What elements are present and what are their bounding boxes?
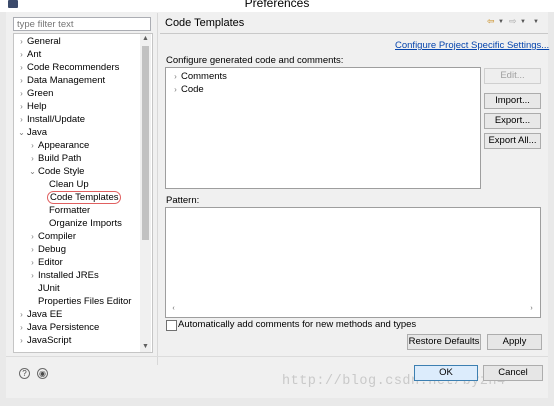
template-item-comments[interactable]: › Comments (171, 70, 228, 83)
title-separator (160, 33, 548, 34)
export-button[interactable]: Export... (484, 113, 541, 129)
ok-button[interactable]: OK (414, 365, 478, 381)
tree-item-compiler[interactable]: › Compiler (28, 230, 77, 243)
tree-item-code-templates[interactable]: Code Templates (47, 191, 122, 204)
chevron-right-icon[interactable]: › (28, 269, 37, 282)
tree-scroll-thumb[interactable] (142, 46, 149, 240)
configure-label: Configure generated code and comments: (166, 55, 344, 66)
cancel-button[interactable]: Cancel (483, 365, 543, 381)
tree-item-debug[interactable]: › Debug (28, 243, 67, 256)
chevron-right-icon[interactable]: › (17, 113, 26, 126)
tree-item-clean-up[interactable]: Clean Up (48, 178, 90, 191)
edit-button[interactable]: Edit... (484, 68, 541, 84)
tree-item-green[interactable]: › Green (17, 87, 54, 100)
forward-arrow-icon[interactable]: ⇨ (509, 16, 517, 27)
chevron-right-icon[interactable]: › (28, 152, 37, 165)
tree-item-javascript[interactable]: › JavaScript (17, 334, 72, 347)
chevron-right-icon[interactable]: › (17, 61, 26, 74)
tree-item-ant[interactable]: › Ant (17, 48, 42, 61)
tree-item-junit[interactable]: JUnit (37, 282, 61, 295)
chevron-right-icon[interactable]: › (28, 139, 37, 152)
chevron-right-icon[interactable]: › (17, 87, 26, 100)
chevron-right-icon[interactable]: › (17, 74, 26, 87)
scroll-right-icon[interactable]: › (526, 304, 537, 314)
auto-comments-label: Automatically add comments for new metho… (178, 319, 417, 330)
chevron-right-icon[interactable]: › (17, 100, 26, 113)
configure-project-specific-link[interactable]: Configure Project Specific Settings... (395, 40, 549, 51)
chevron-right-icon[interactable]: › (17, 48, 26, 61)
filter-input[interactable] (13, 17, 151, 31)
chevron-right-icon[interactable]: › (17, 308, 26, 321)
scroll-up-icon[interactable]: ▲ (140, 34, 151, 44)
view-menu-icon[interactable]: ▼ (533, 19, 539, 25)
tree-item-installed-jres[interactable]: › Installed JREs (28, 269, 100, 282)
import-export-icon[interactable]: ◉ (37, 368, 48, 379)
chevron-right-icon[interactable]: › (171, 83, 180, 96)
scroll-down-icon[interactable]: ▼ (140, 342, 151, 352)
window-frame-bottom (0, 398, 554, 406)
apply-button[interactable]: Apply (487, 334, 542, 350)
forward-dropdown-icon[interactable]: ▼ (520, 19, 526, 25)
title-bar: Preferences (0, 0, 554, 12)
tree-item-java[interactable]: ⌄ Java (17, 126, 48, 139)
tree-item-java-ee[interactable]: › Java EE (17, 308, 63, 321)
tree-item-appearance[interactable]: › Appearance (28, 139, 90, 152)
export-all-button[interactable]: Export All... (484, 133, 541, 149)
chevron-right-icon[interactable]: › (28, 243, 37, 256)
chevron-right-icon[interactable]: › (28, 256, 37, 269)
auto-comments-checkbox[interactable] (166, 320, 177, 331)
restore-defaults-button[interactable]: Restore Defaults (407, 334, 481, 350)
chevron-right-icon[interactable]: › (17, 35, 26, 48)
scroll-left-icon[interactable]: ‹ (168, 304, 179, 314)
templates-tree[interactable]: › Comments › Code (165, 67, 481, 189)
chevron-down-icon[interactable]: ⌄ (28, 165, 37, 178)
tree-item-properties-files-editor[interactable]: Properties Files Editor (37, 295, 132, 308)
back-dropdown-icon[interactable]: ▼ (498, 19, 504, 25)
pane-divider[interactable] (157, 13, 158, 365)
chevron-right-icon[interactable]: › (17, 321, 26, 334)
bottom-separator (6, 356, 548, 357)
import-button[interactable]: Import... (484, 93, 541, 109)
window-title: Preferences (244, 0, 310, 10)
back-arrow-icon[interactable]: ⇦ (487, 16, 495, 27)
tree-item-java-persistence[interactable]: › Java Persistence (17, 321, 100, 334)
window-frame-right (548, 12, 554, 406)
pattern-label: Pattern: (166, 195, 200, 206)
chevron-right-icon[interactable]: › (171, 70, 180, 83)
tree-item-data-management[interactable]: › Data Management (17, 74, 106, 87)
tree-item-code-style[interactable]: ⌄ Code Style (28, 165, 85, 178)
chevron-down-icon[interactable]: ⌄ (17, 126, 26, 139)
tree-item-organize-imports[interactable]: Organize Imports (48, 217, 123, 230)
tree-item-code-recommenders[interactable]: › Code Recommenders (17, 61, 120, 74)
page-title: Code Templates (165, 17, 245, 29)
pattern-text-area[interactable] (165, 207, 541, 318)
preferences-tree[interactable]: › General › Ant › Code Recommenders › Data M… (13, 33, 153, 353)
chevron-right-icon[interactable]: › (28, 230, 37, 243)
tree-item-formatter[interactable]: Formatter (48, 204, 91, 217)
template-item-code[interactable]: › Code (171, 83, 205, 96)
tree-item-help[interactable]: › Help (17, 100, 48, 113)
help-icon[interactable]: ? (19, 368, 30, 379)
chevron-right-icon[interactable]: › (17, 334, 26, 347)
pattern-horizontal-scrollbar[interactable]: ‹ › (166, 303, 540, 316)
tree-item-build-path[interactable]: › Build Path (28, 152, 82, 165)
tree-item-editor[interactable]: › Editor (28, 256, 64, 269)
tree-item-general[interactable]: › General (17, 35, 62, 48)
tree-item-install-update[interactable]: › Install/Update (17, 113, 86, 126)
